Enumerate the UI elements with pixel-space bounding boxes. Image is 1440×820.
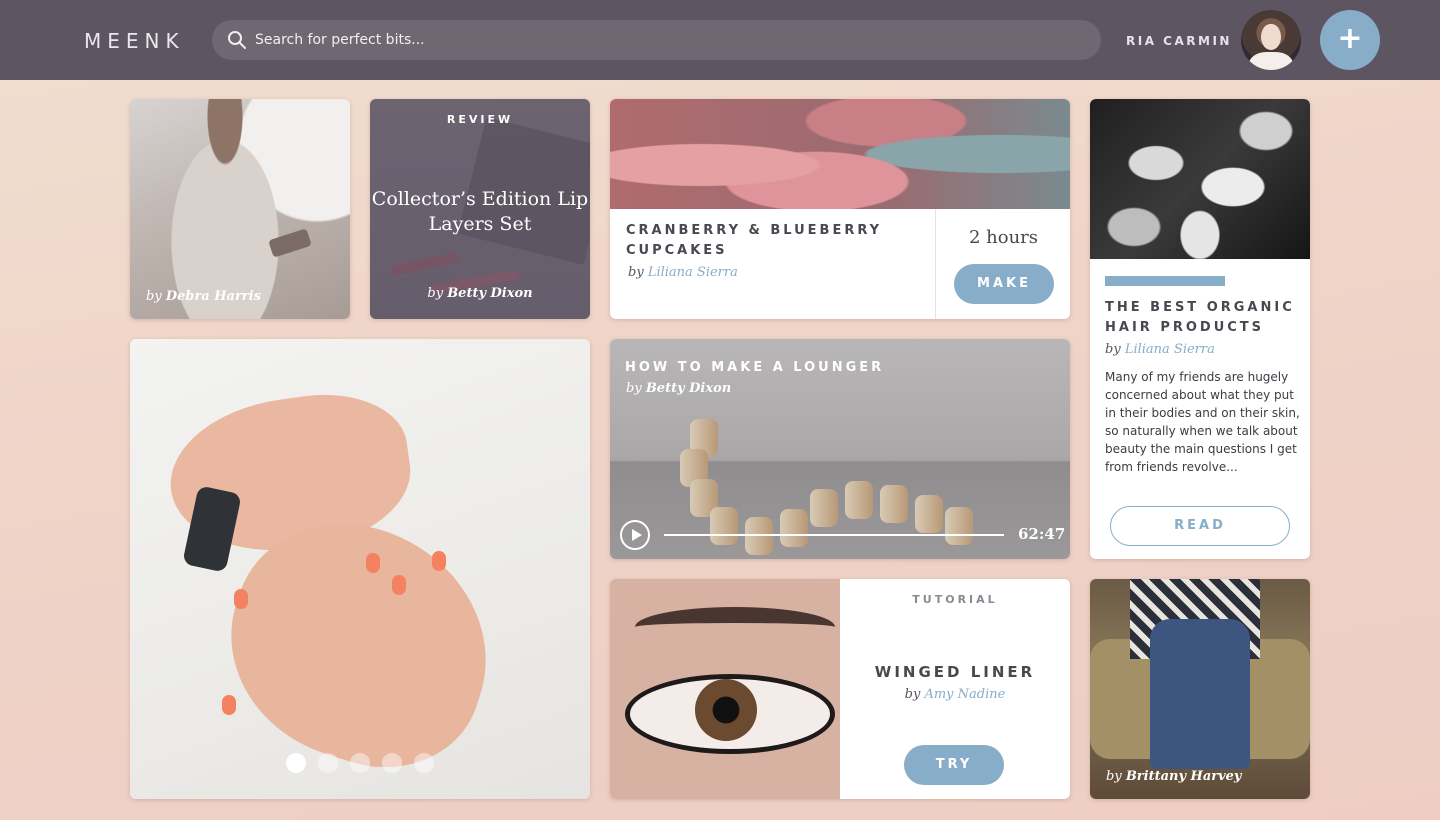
photo-log: [810, 489, 838, 527]
ocean-waves-photo: [1090, 99, 1310, 259]
photo-nail: [392, 575, 406, 595]
photo-log: [880, 485, 908, 523]
photo-nail: [222, 695, 236, 715]
review-card[interactable]: REVIEW Collector’s Edition Lip Layers Se…: [370, 99, 590, 319]
slideshow-card[interactable]: [130, 339, 590, 799]
byline-author[interactable]: Liliana Sierra: [1125, 342, 1215, 357]
user-avatar[interactable]: [1241, 10, 1301, 70]
search-bar[interactable]: [212, 20, 1101, 60]
byline-author[interactable]: Debra Harris: [166, 289, 261, 304]
article-title[interactable]: THE BEST ORGANIC HAIR PRODUCTS: [1105, 298, 1305, 338]
photo-log: [710, 507, 738, 545]
avatar-body: [1249, 52, 1293, 70]
review-tag: REVIEW: [446, 113, 514, 126]
video-title[interactable]: HOW TO MAKE A LOUNGER: [625, 358, 884, 378]
byline-author[interactable]: Amy Nadine: [924, 687, 1005, 702]
byline-prefix: by: [626, 381, 642, 396]
recipe-title[interactable]: CRANBERRY & BLUEBERRY CUPCAKES: [626, 221, 916, 261]
byline-prefix: by: [1105, 342, 1121, 357]
photo-log: [745, 517, 773, 555]
video-duration: 62:47: [1018, 525, 1066, 543]
accent-bar: [1105, 276, 1225, 286]
recipe-card[interactable]: CRANBERRY & BLUEBERRY CUPCAKES by Lilian…: [610, 99, 1070, 319]
card-byline: by Debra Harris: [146, 289, 261, 304]
card-byline: by Amy Nadine: [840, 687, 1070, 702]
card-byline: by Betty Dixon: [370, 286, 590, 301]
photo-eyebrow: [635, 607, 835, 647]
photo-jeans: [1150, 619, 1250, 769]
cupcakes-photo: [610, 99, 1070, 209]
byline-prefix: by: [904, 687, 921, 702]
recipe-duration: 2 hours: [968, 227, 1039, 248]
photo-log: [915, 495, 943, 533]
photo-iris: [695, 679, 757, 741]
byline-prefix: by: [628, 265, 644, 280]
play-icon[interactable]: [620, 520, 650, 550]
slide-dot[interactable]: [382, 753, 402, 773]
slide-dot[interactable]: [414, 753, 434, 773]
recipe-info: CRANBERRY & BLUEBERRY CUPCAKES by Lilian…: [610, 209, 935, 319]
slide-dot[interactable]: [318, 753, 338, 773]
article-excerpt: Many of my friends are hugely concerned …: [1105, 370, 1300, 474]
add-post-button[interactable]: +: [1320, 10, 1380, 70]
tutorial-card[interactable]: TUTORIAL WINGED LINER by Amy Nadine TRY: [610, 579, 1070, 799]
photo-nail: [234, 589, 248, 609]
avatar-face: [1261, 24, 1281, 50]
video-progress-track[interactable]: [664, 534, 1004, 536]
review-title[interactable]: Collector’s Edition Lip Layers Set: [370, 187, 590, 237]
search-icon: [228, 31, 246, 49]
read-button[interactable]: READ: [1110, 506, 1290, 546]
photo-nail: [366, 553, 380, 573]
byline-author[interactable]: Betty Dixon: [447, 286, 532, 301]
card-byline: by Liliana Sierra: [628, 265, 738, 280]
byline-author[interactable]: Betty Dixon: [646, 381, 731, 396]
try-button[interactable]: TRY: [904, 745, 1004, 785]
photo-log: [945, 507, 973, 545]
top-bar: MEENK RIA CARMIN +: [0, 0, 1440, 80]
byline-author[interactable]: Liliana Sierra: [648, 265, 738, 280]
byline-prefix: by: [1106, 769, 1122, 784]
article-card[interactable]: THE BEST ORGANIC HAIR PRODUCTS by Lilian…: [1090, 99, 1310, 559]
tutorial-tag: TUTORIAL: [912, 593, 998, 606]
byline-author[interactable]: Brittany Harvey: [1126, 769, 1242, 784]
byline-prefix: by: [146, 289, 162, 304]
app-logo[interactable]: MEENK: [84, 29, 185, 53]
user-name[interactable]: RIA CARMIN: [1126, 34, 1232, 48]
card-byline: by Brittany Harvey: [1106, 769, 1242, 784]
photo-nail: [432, 551, 446, 571]
photo-person: [150, 99, 300, 319]
tutorial-title[interactable]: WINGED LINER: [840, 663, 1070, 681]
make-button[interactable]: MAKE: [954, 264, 1054, 304]
photo-log: [780, 509, 808, 547]
search-input[interactable]: [255, 20, 1075, 60]
eye-makeup-photo: [610, 579, 840, 799]
slide-dot[interactable]: [350, 753, 370, 773]
slide-dot[interactable]: [286, 753, 306, 773]
photo-card-debra[interactable]: by Debra Harris: [130, 99, 350, 319]
slide-pagination: [286, 753, 434, 773]
photo-card-brittany[interactable]: by Brittany Harvey: [1090, 579, 1310, 799]
card-byline: by Liliana Sierra: [1105, 342, 1215, 357]
card-byline: by Betty Dixon: [626, 381, 731, 396]
recipe-action-panel: 2 hours MAKE: [935, 209, 1070, 319]
byline-prefix: by: [427, 286, 444, 301]
video-card[interactable]: HOW TO MAKE A LOUNGER by Betty Dixon 62:…: [610, 339, 1070, 559]
photo-log: [845, 481, 873, 519]
